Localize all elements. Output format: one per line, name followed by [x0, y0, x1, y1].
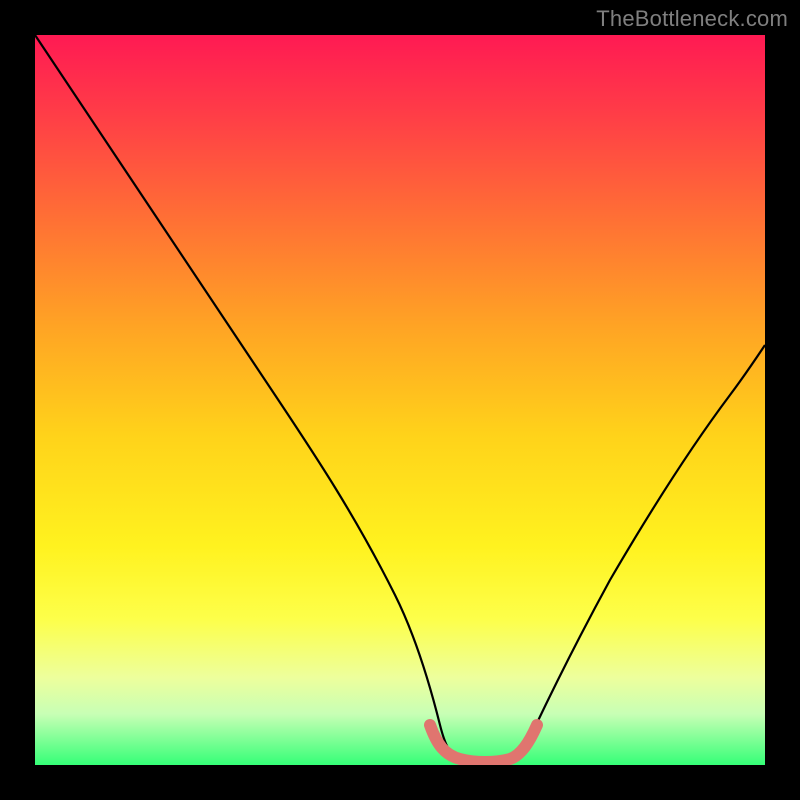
bottleneck-curve-path	[35, 35, 765, 762]
watermark-text: TheBottleneck.com	[596, 6, 788, 32]
plot-area	[35, 35, 765, 765]
chart-frame: TheBottleneck.com	[0, 0, 800, 800]
optimal-band-path	[430, 725, 537, 762]
chart-svg	[35, 35, 765, 765]
